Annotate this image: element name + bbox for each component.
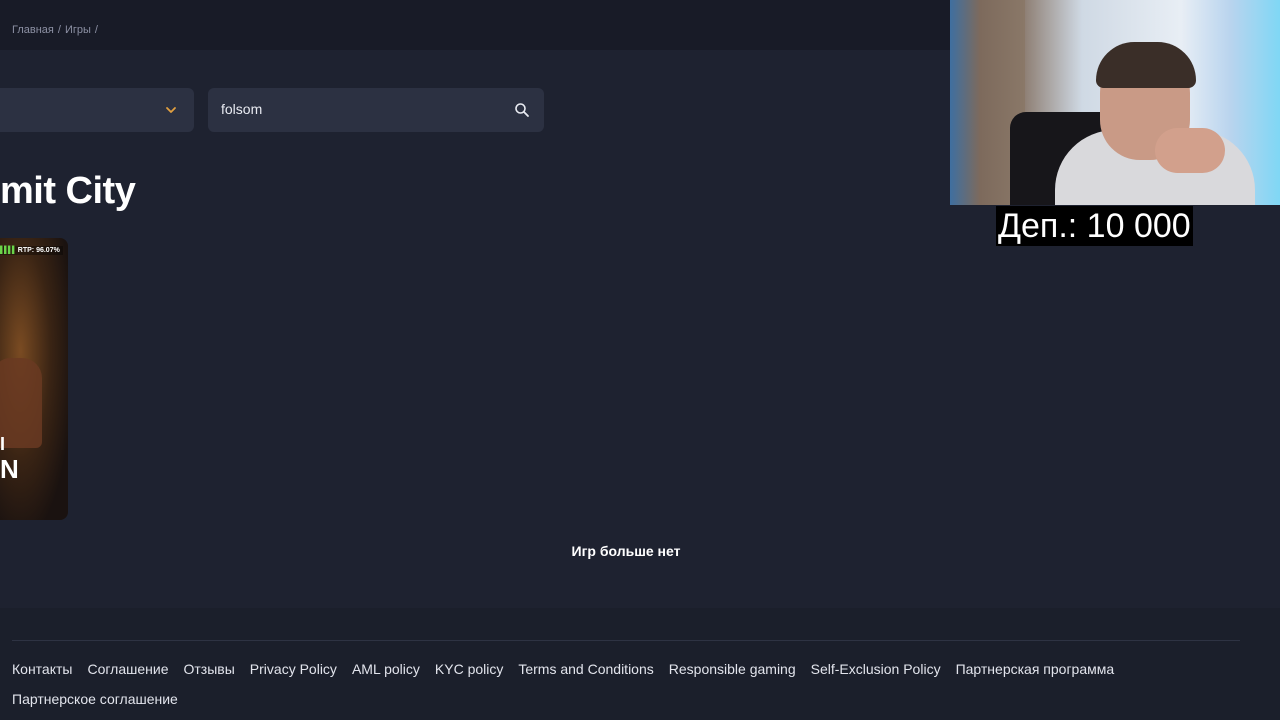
footer-link-aml-policy[interactable]: AML policy: [352, 661, 420, 677]
footer-link-privacy-policy[interactable]: Privacy Policy: [250, 661, 337, 677]
breadcrumb-separator: /: [94, 24, 98, 36]
footer-divider: [12, 640, 1240, 641]
footer-link-reviews[interactable]: Отзывы: [184, 661, 235, 677]
breadcrumb: Главная / Игры /: [12, 24, 98, 36]
footer-link-terms[interactable]: Terms and Conditions: [518, 661, 653, 677]
game-art-figure: [0, 358, 42, 448]
breadcrumb-separator: /: [57, 24, 61, 36]
provider-title: mit City: [0, 170, 136, 212]
webcam-person-hair: [1096, 42, 1196, 88]
footer-link-kyc-policy[interactable]: KYC policy: [435, 661, 503, 677]
game-card[interactable]: ▌▌▌▌ RTP: 96.07% I N: [0, 238, 68, 520]
rtp-label: RTP: 96.07%: [17, 247, 60, 254]
provider-select[interactable]: [0, 88, 194, 132]
search-input-value[interactable]: folsom: [221, 101, 262, 117]
footer-link-affiliate-agreement[interactable]: Партнерское соглашение: [12, 691, 178, 707]
game-title-fragment: N: [0, 454, 19, 484]
game-title-fragment: I: [0, 434, 6, 454]
footer-link-responsible-gaming[interactable]: Responsible gaming: [669, 661, 796, 677]
deposit-overlay-text: Деп.: 10 000: [996, 206, 1193, 246]
footer: Контакты Соглашение Отзывы Privacy Polic…: [0, 608, 1280, 720]
rtp-bars-icon: ▌▌▌▌: [0, 247, 17, 254]
footer-link-self-exclusion[interactable]: Self-Exclusion Policy: [811, 661, 941, 677]
webcam-person-hand: [1155, 128, 1225, 173]
no-more-games-text: Игр больше нет: [571, 543, 681, 559]
webcam-overlay: [950, 0, 1280, 205]
search-icon[interactable]: [514, 102, 530, 118]
rtp-badge: ▌▌▌▌ RTP: 96.07%: [0, 246, 63, 255]
footer-link-affiliate-program[interactable]: Партнерская программа: [956, 661, 1115, 677]
footer-links: Контакты Соглашение Отзывы Privacy Polic…: [12, 661, 1232, 707]
breadcrumb-games[interactable]: Игры: [65, 24, 91, 36]
footer-link-contacts[interactable]: Контакты: [12, 661, 72, 677]
footer-link-agreement[interactable]: Соглашение: [87, 661, 168, 677]
search-input[interactable]: folsom: [208, 88, 544, 132]
breadcrumb-home[interactable]: Главная: [12, 24, 54, 36]
chevron-down-icon: [166, 107, 176, 113]
